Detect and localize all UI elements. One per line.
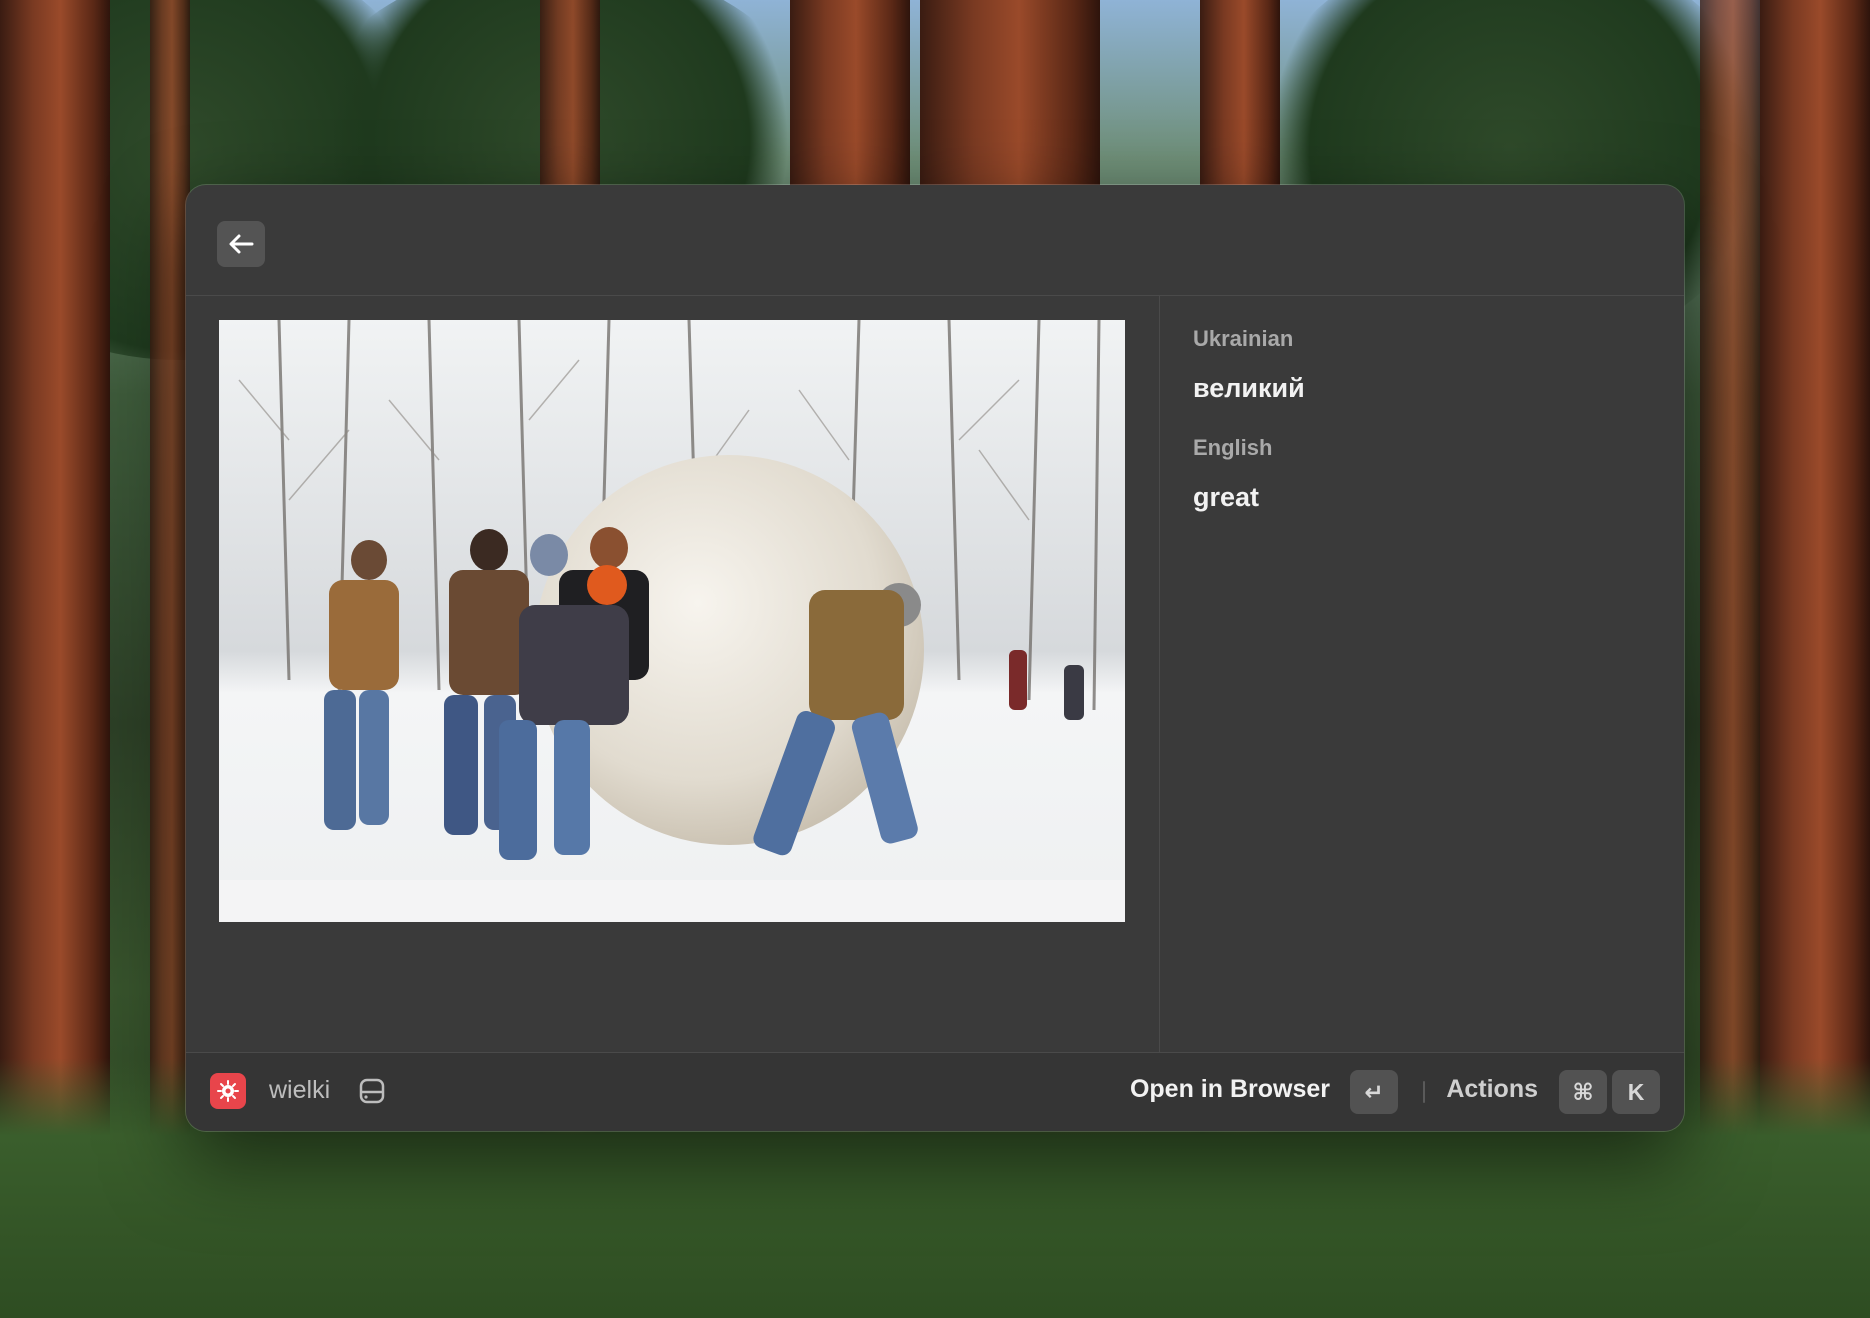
translation-ukrainian: великий	[1193, 373, 1305, 403]
enter-key-hint: ↵	[1350, 1070, 1398, 1114]
language-label-english: English	[1193, 435, 1273, 460]
language-label-ukrainian: Ukrainian	[1193, 326, 1294, 351]
arrow-left-icon	[229, 234, 254, 254]
translation-english: great	[1193, 482, 1260, 512]
metadata-pane: Ukrainian великий English great	[1160, 296, 1684, 1053]
command-key-hint: ⌘	[1559, 1070, 1607, 1114]
translate-app-icon	[210, 1073, 246, 1109]
extension-window: Ukrainian великий English great wielki O…	[186, 185, 1684, 1131]
back-button[interactable]	[217, 221, 265, 267]
detail-content: Ukrainian великий English great	[186, 296, 1684, 1053]
actions-button[interactable]: Actions	[1446, 1075, 1538, 1104]
open-in-browser-button[interactable]: Open in Browser	[1130, 1075, 1330, 1104]
action-separator	[1423, 1081, 1425, 1103]
drive-icon	[359, 1078, 385, 1104]
action-bar: wielki Open in Browser ↵ Actions ⌘ K	[186, 1052, 1684, 1131]
image-pane	[186, 296, 1160, 1053]
top-bar	[186, 185, 1684, 296]
snowball-photo	[219, 320, 1125, 922]
query-text: wielki	[269, 1076, 331, 1104]
photo-illustration	[219, 320, 1125, 922]
k-key-hint: K	[1612, 1070, 1660, 1114]
